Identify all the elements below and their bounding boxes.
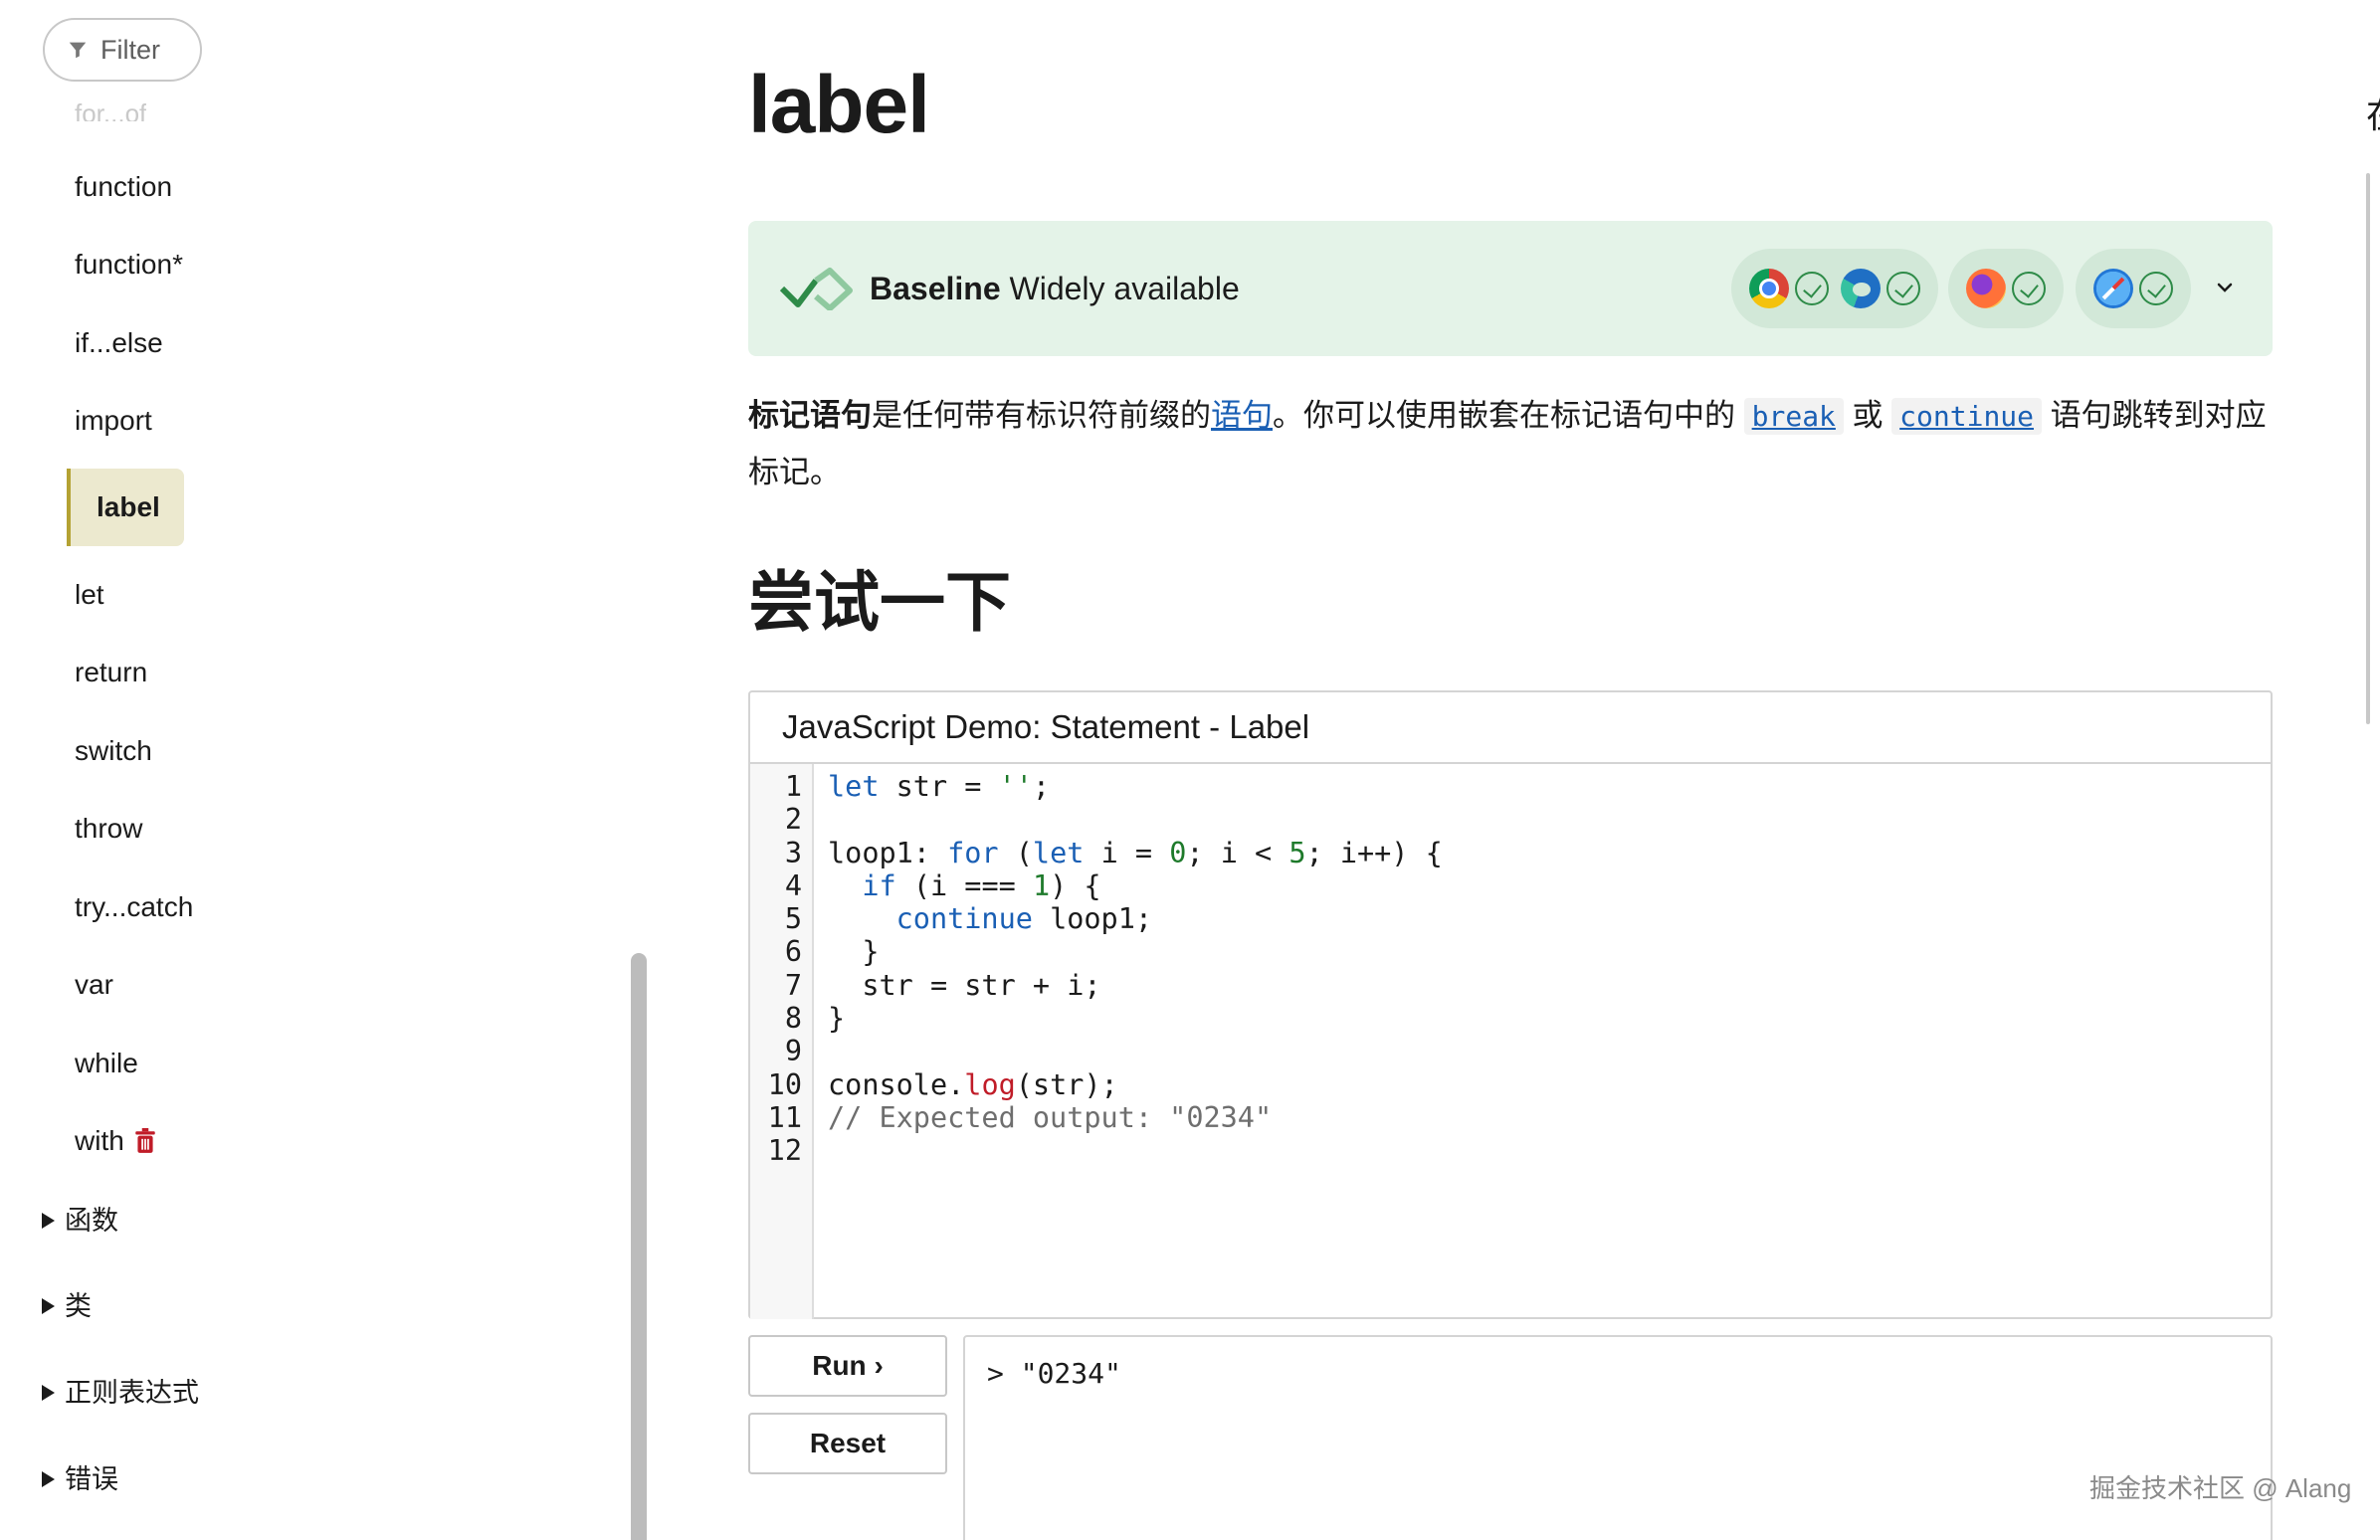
- sidebar-group-classes[interactable]: 类: [42, 1286, 92, 1326]
- browser-support-safari[interactable]: [2076, 249, 2191, 328]
- code-line: }: [828, 1002, 846, 1036]
- sidebar: Filter for...of function function* if...…: [0, 0, 677, 1540]
- sidebar-group-label: 正则表达式: [65, 1378, 199, 1408]
- run-button[interactable]: Run ›: [748, 1335, 947, 1397]
- console-output: > "0234": [963, 1335, 2273, 1540]
- sidebar-item-if-else[interactable]: if...else: [75, 323, 163, 363]
- code-line: }: [828, 935, 880, 969]
- sidebar-group-label: 函数: [65, 1206, 118, 1236]
- baseline-check-icon: [779, 268, 853, 310]
- sidebar-item-throw[interactable]: throw: [75, 809, 142, 849]
- code-line: console.log(str);: [828, 1067, 1118, 1101]
- browser-support-chrome-edge[interactable]: [1731, 249, 1938, 328]
- code-content[interactable]: let str = ''; loop1: for (let i = 0; i <…: [828, 770, 1443, 1168]
- page-scrollbar[interactable]: [2366, 173, 2370, 724]
- sidebar-scrollbar[interactable]: [631, 953, 647, 1540]
- intro-text-1: 是任何带有标识符前缀的: [872, 398, 1211, 433]
- baseline-strong: Baseline: [870, 271, 1001, 306]
- line-number: 1: [784, 770, 802, 803]
- line-number: 10: [767, 1067, 802, 1101]
- break-link[interactable]: break: [1743, 398, 1844, 435]
- check-icon: [2012, 272, 2046, 305]
- line-number: 8: [784, 1002, 802, 1036]
- sidebar-group-regex[interactable]: 正则表达式: [42, 1373, 199, 1413]
- continue-link[interactable]: continue: [1891, 398, 2043, 435]
- line-number-gutter: 1 2 3 4 5 6 7 8 9 10 11 12: [750, 764, 814, 1319]
- line-number: 12: [767, 1134, 802, 1168]
- chrome-icon: [1749, 269, 1789, 308]
- filter-icon: [69, 42, 87, 59]
- safari-icon: [2093, 269, 2133, 308]
- baseline-text: Baseline Widely available: [870, 267, 1240, 310]
- code-editor[interactable]: 1 2 3 4 5 6 7 8 9 10 11 12 let str = '';…: [750, 764, 2271, 1319]
- check-icon: [2139, 272, 2173, 305]
- check-icon: [1886, 272, 1920, 305]
- browser-support-firefox[interactable]: [1948, 249, 2064, 328]
- section-heading-try-it: 尝试一下: [748, 565, 1011, 639]
- intro-paragraph: 标记语句是任何带有标识符前缀的语句。你可以使用嵌套在标记语句中的 break 或…: [748, 388, 2281, 500]
- intro-text-3: 或: [1843, 398, 1892, 433]
- sidebar-item-switch[interactable]: switch: [75, 731, 152, 771]
- code-line: str = str + i;: [828, 968, 1101, 1002]
- expand-triangle-icon: [42, 1298, 55, 1314]
- firefox-icon: [1966, 269, 2006, 308]
- trash-icon: [135, 1128, 155, 1153]
- sidebar-group-errors[interactable]: 错误: [42, 1459, 118, 1499]
- line-number: 9: [784, 1035, 802, 1068]
- baseline-banner: Baseline Widely available: [748, 221, 2273, 356]
- line-number: 3: [784, 836, 802, 869]
- reset-button[interactable]: Reset: [748, 1413, 947, 1474]
- sidebar-item-with-label: with: [75, 1125, 124, 1156]
- sidebar-item-with[interactable]: with: [75, 1121, 156, 1161]
- sidebar-item-for-of[interactable]: for...of: [75, 94, 146, 121]
- code-line: continue loop1;: [895, 902, 1153, 936]
- line-number: 11: [767, 1100, 802, 1134]
- sidebar-item-return[interactable]: return: [75, 653, 147, 692]
- sidebar-item-try-catch[interactable]: try...catch: [75, 887, 193, 927]
- line-number: 2: [784, 803, 802, 837]
- expand-triangle-icon: [42, 1385, 55, 1401]
- sidebar-group-functions[interactable]: 函数: [42, 1201, 118, 1241]
- sidebar-item-import[interactable]: import: [75, 401, 152, 441]
- sidebar-item-while[interactable]: while: [75, 1044, 138, 1083]
- expand-triangle-icon: [42, 1213, 55, 1229]
- intro-text-2: 。你可以使用嵌套在标记语句中的: [1273, 398, 1744, 433]
- statement-link[interactable]: 语句: [1211, 398, 1273, 433]
- watermark: 掘金技术社区 @ Alang: [2089, 1473, 2352, 1503]
- sidebar-group-label: 类: [65, 1291, 92, 1321]
- intro-bold-term: 标记语句: [748, 398, 872, 433]
- check-icon: [1795, 272, 1829, 305]
- code-line: // Expected output: "0234": [828, 1100, 1273, 1134]
- line-number: 5: [784, 902, 802, 936]
- line-number: 4: [784, 868, 802, 902]
- code-line: let str = '';: [828, 770, 1051, 803]
- sidebar-item-function[interactable]: function: [75, 167, 172, 207]
- sidebar-item-let[interactable]: let: [75, 575, 104, 615]
- expand-triangle-icon: [42, 1471, 55, 1487]
- sidebar-item-label[interactable]: label: [67, 469, 184, 546]
- sidebar-item-var[interactable]: var: [75, 965, 113, 1005]
- edge-icon: [1841, 269, 1881, 308]
- sidebar-group-label: 错误: [65, 1464, 118, 1494]
- code-line: loop1: for (let i = 0; i < 5; i++) {: [828, 836, 1443, 869]
- line-number: 6: [784, 935, 802, 969]
- demo-title: JavaScript Demo: Statement - Label: [750, 692, 2271, 764]
- filter-label: Filter: [100, 34, 160, 65]
- page-title: label: [748, 60, 930, 150]
- toc-edge-text: 在: [2366, 96, 2380, 135]
- chevron-down-icon[interactable]: [2209, 273, 2241, 304]
- sidebar-item-function-star[interactable]: function*: [75, 245, 183, 285]
- line-number: 7: [784, 968, 802, 1002]
- baseline-status: Widely available: [1000, 271, 1240, 306]
- filter-button[interactable]: Filter: [43, 18, 202, 82]
- interactive-demo: JavaScript Demo: Statement - Label 1 2 3…: [748, 690, 2273, 1319]
- code-line: if (i === 1) {: [862, 868, 1101, 902]
